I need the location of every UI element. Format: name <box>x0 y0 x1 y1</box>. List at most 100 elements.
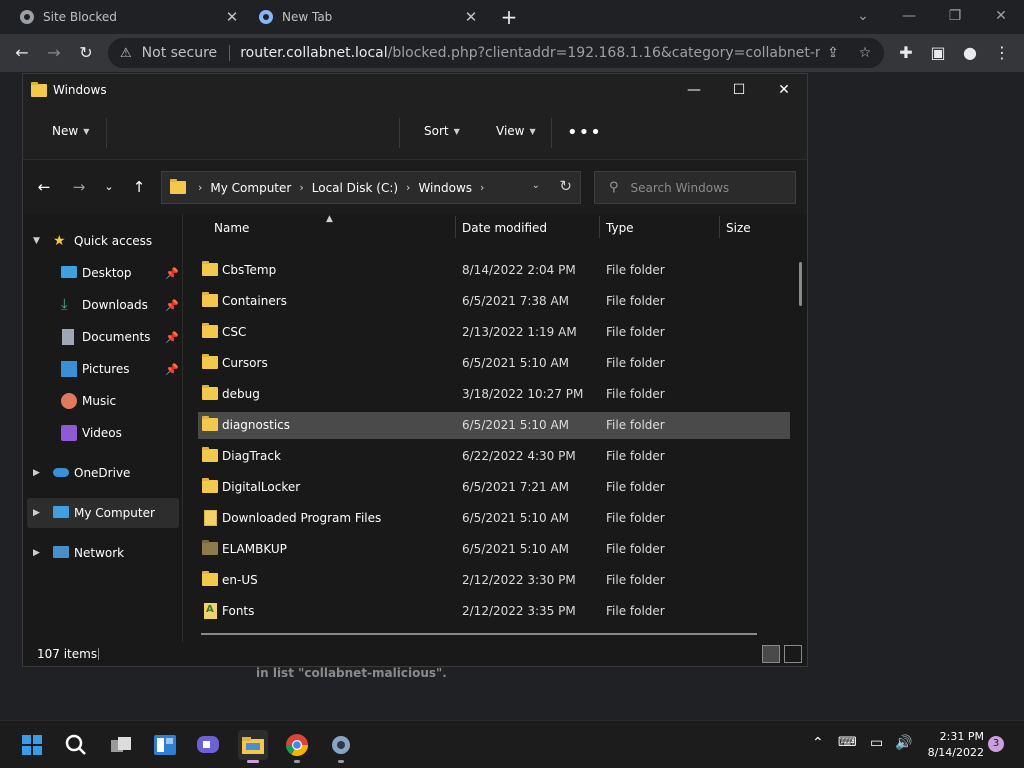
column-divider[interactable] <box>455 216 456 238</box>
profile-icon[interactable]: ● <box>958 41 982 65</box>
chevron-up-icon[interactable]: ⌃ <box>812 735 824 751</box>
search-icon[interactable] <box>61 730 91 760</box>
nav-network[interactable]: ▶ Network <box>27 538 179 568</box>
vertical-scrollbar[interactable] <box>799 262 802 306</box>
widgets-icon[interactable] <box>150 730 180 760</box>
minimize-icon[interactable]: — <box>681 78 707 102</box>
security-label[interactable]: Not secure <box>142 45 218 61</box>
up-icon[interactable]: ↑ <box>128 176 150 198</box>
nav-pictures[interactable]: Pictures 📌 <box>27 354 179 384</box>
settings-icon[interactable] <box>326 730 356 763</box>
table-row[interactable]: DigitalLocker 6/5/2021 7:21 AM File folder <box>198 474 790 501</box>
nav-downloads[interactable]: ⤓ Downloads 📌 <box>27 290 179 320</box>
refresh-icon[interactable]: ↻ <box>559 177 572 195</box>
url-text[interactable]: router.collabnet.local/blocked.php?clien… <box>240 45 820 61</box>
pin-icon[interactable]: 📌 <box>165 363 179 376</box>
breadcrumb-local-disk[interactable]: Local Disk (C:) <box>312 181 398 195</box>
nav-quick-access[interactable]: ▼ ★ Quick access <box>27 226 179 256</box>
more-options-icon[interactable]: ••• <box>567 122 602 143</box>
chevron-down-icon[interactable]: ▼ <box>33 236 40 246</box>
search-box[interactable]: ⚲ <box>594 171 796 204</box>
forward-icon[interactable]: → <box>42 41 66 65</box>
restore-icon[interactable]: ❐ <box>943 5 967 27</box>
sort-button[interactable]: Sort ▼ <box>424 124 460 138</box>
forward-icon[interactable]: → <box>68 176 90 198</box>
close-window-icon[interactable]: ✕ <box>989 5 1013 27</box>
keyboard-icon[interactable]: ⌨ <box>838 735 857 750</box>
volume-icon[interactable]: 🔊 <box>895 735 912 751</box>
nav-label: Network <box>74 546 125 560</box>
chevron-right-icon[interactable]: › <box>480 181 484 194</box>
chevron-right-icon[interactable]: › <box>198 181 202 194</box>
column-divider[interactable] <box>719 216 720 238</box>
table-row[interactable]: Containers 6/5/2021 7:38 AM File folder <box>198 288 790 315</box>
close-tab-icon[interactable]: ✕ <box>463 9 479 25</box>
pin-icon[interactable]: 📌 <box>165 299 179 312</box>
notification-badge[interactable]: 3 <box>988 736 1004 752</box>
minimize-icon[interactable]: — <box>897 5 921 27</box>
breadcrumb-my-computer[interactable]: My Computer <box>210 181 291 195</box>
pin-icon[interactable]: 📌 <box>165 267 179 280</box>
file-explorer-taskbar-icon[interactable] <box>238 730 268 763</box>
new-button[interactable]: New ▼ <box>52 124 89 138</box>
horizontal-scrollbar[interactable] <box>201 633 757 635</box>
close-tab-icon[interactable]: ✕ <box>224 9 240 25</box>
reload-icon[interactable]: ↻ <box>74 41 98 65</box>
tab-search-icon[interactable]: ⌄ <box>851 5 875 27</box>
breadcrumb[interactable]: › My Computer › Local Disk (C:) › Window… <box>161 171 581 204</box>
extensions-icon[interactable]: ✚ <box>894 41 918 65</box>
file-name: DigitalLocker <box>222 480 301 494</box>
close-icon[interactable]: ✕ <box>771 78 797 102</box>
nav-music[interactable]: Music <box>27 386 179 416</box>
search-input[interactable] <box>630 180 781 195</box>
table-row[interactable]: debug 3/18/2022 10:27 PM File folder <box>198 381 790 408</box>
column-divider[interactable] <box>599 216 600 238</box>
chevron-right-icon[interactable]: › <box>406 181 410 194</box>
chevron-down-icon[interactable]: ⌄ <box>532 180 540 191</box>
chrome-icon[interactable] <box>282 730 312 763</box>
table-row[interactable]: diagnostics 6/5/2021 5:10 AM File folder <box>198 412 790 439</box>
nav-desktop[interactable]: Desktop 📌 <box>27 258 179 288</box>
table-row[interactable]: DiagTrack 6/22/2022 4:30 PM File folder <box>198 443 790 470</box>
maximize-icon[interactable]: ☐ <box>726 78 752 102</box>
menu-icon[interactable]: ⋮ <box>990 41 1014 65</box>
back-icon[interactable]: ← <box>10 41 34 65</box>
share-icon[interactable]: ⇪ <box>824 44 842 62</box>
chevron-right-icon[interactable]: › <box>299 181 303 194</box>
table-row[interactable]: Cursors 6/5/2021 5:10 AM File folder <box>198 350 790 377</box>
address-bar[interactable]: ⚠ Not secure router.collabnet.local/bloc… <box>108 38 884 68</box>
table-row[interactable]: ELAMBKUP 6/5/2021 5:10 AM File folder <box>198 536 790 563</box>
breadcrumb-windows[interactable]: Windows <box>418 181 472 195</box>
nav-videos[interactable]: Videos <box>27 418 179 448</box>
chevron-right-icon[interactable]: ▶ <box>33 508 40 518</box>
table-row[interactable]: Downloaded Program Files 6/5/2021 5:10 AM… <box>198 505 790 532</box>
recent-locations-icon[interactable]: ⌄ <box>98 176 120 198</box>
view-button[interactable]: View ▼ <box>496 124 536 138</box>
table-row[interactable]: en-US 2/12/2022 3:30 PM File folder <box>198 567 790 594</box>
clock[interactable]: 2:31 PM 8/14/2022 <box>920 729 984 761</box>
explorer-titlebar[interactable]: Windows — ☐ ✕ <box>23 74 807 106</box>
bookmark-star-icon[interactable]: ☆ <box>856 44 874 62</box>
back-icon[interactable]: ← <box>33 176 55 198</box>
chevron-right-icon[interactable]: ▶ <box>33 468 40 478</box>
chevron-right-icon[interactable]: ▶ <box>33 548 40 558</box>
table-row[interactable]: CSC 2/13/2022 1:19 AM File folder <box>198 319 790 346</box>
tab-new-tab[interactable]: New Tab ✕ <box>259 0 479 34</box>
warning-icon[interactable]: ⚠ <box>120 46 132 61</box>
network-status-icon[interactable]: ▭ <box>870 735 883 751</box>
details-view-icon[interactable] <box>762 645 780 663</box>
task-view-icon[interactable] <box>106 730 136 760</box>
pin-icon[interactable]: 📌 <box>165 331 179 344</box>
tab-site-blocked[interactable]: Site Blocked ✕ <box>20 0 240 34</box>
table-row[interactable]: CbsTemp 8/14/2022 2:04 PM File folder <box>198 257 790 284</box>
folder-icon <box>202 416 218 432</box>
table-row[interactable]: Fonts 2/12/2022 3:35 PM File folder <box>198 598 790 625</box>
nav-onedrive[interactable]: ▶ OneDrive <box>27 458 179 488</box>
start-icon[interactable] <box>17 730 47 760</box>
nav-documents[interactable]: Documents 📌 <box>27 322 179 352</box>
large-icons-view-icon[interactable] <box>784 645 802 663</box>
teams-chat-icon[interactable] <box>193 730 223 760</box>
nav-my-computer[interactable]: ▶ My Computer <box>27 498 179 528</box>
new-tab-button[interactable]: + <box>498 6 520 28</box>
side-panel-icon[interactable]: ▣ <box>926 41 950 65</box>
